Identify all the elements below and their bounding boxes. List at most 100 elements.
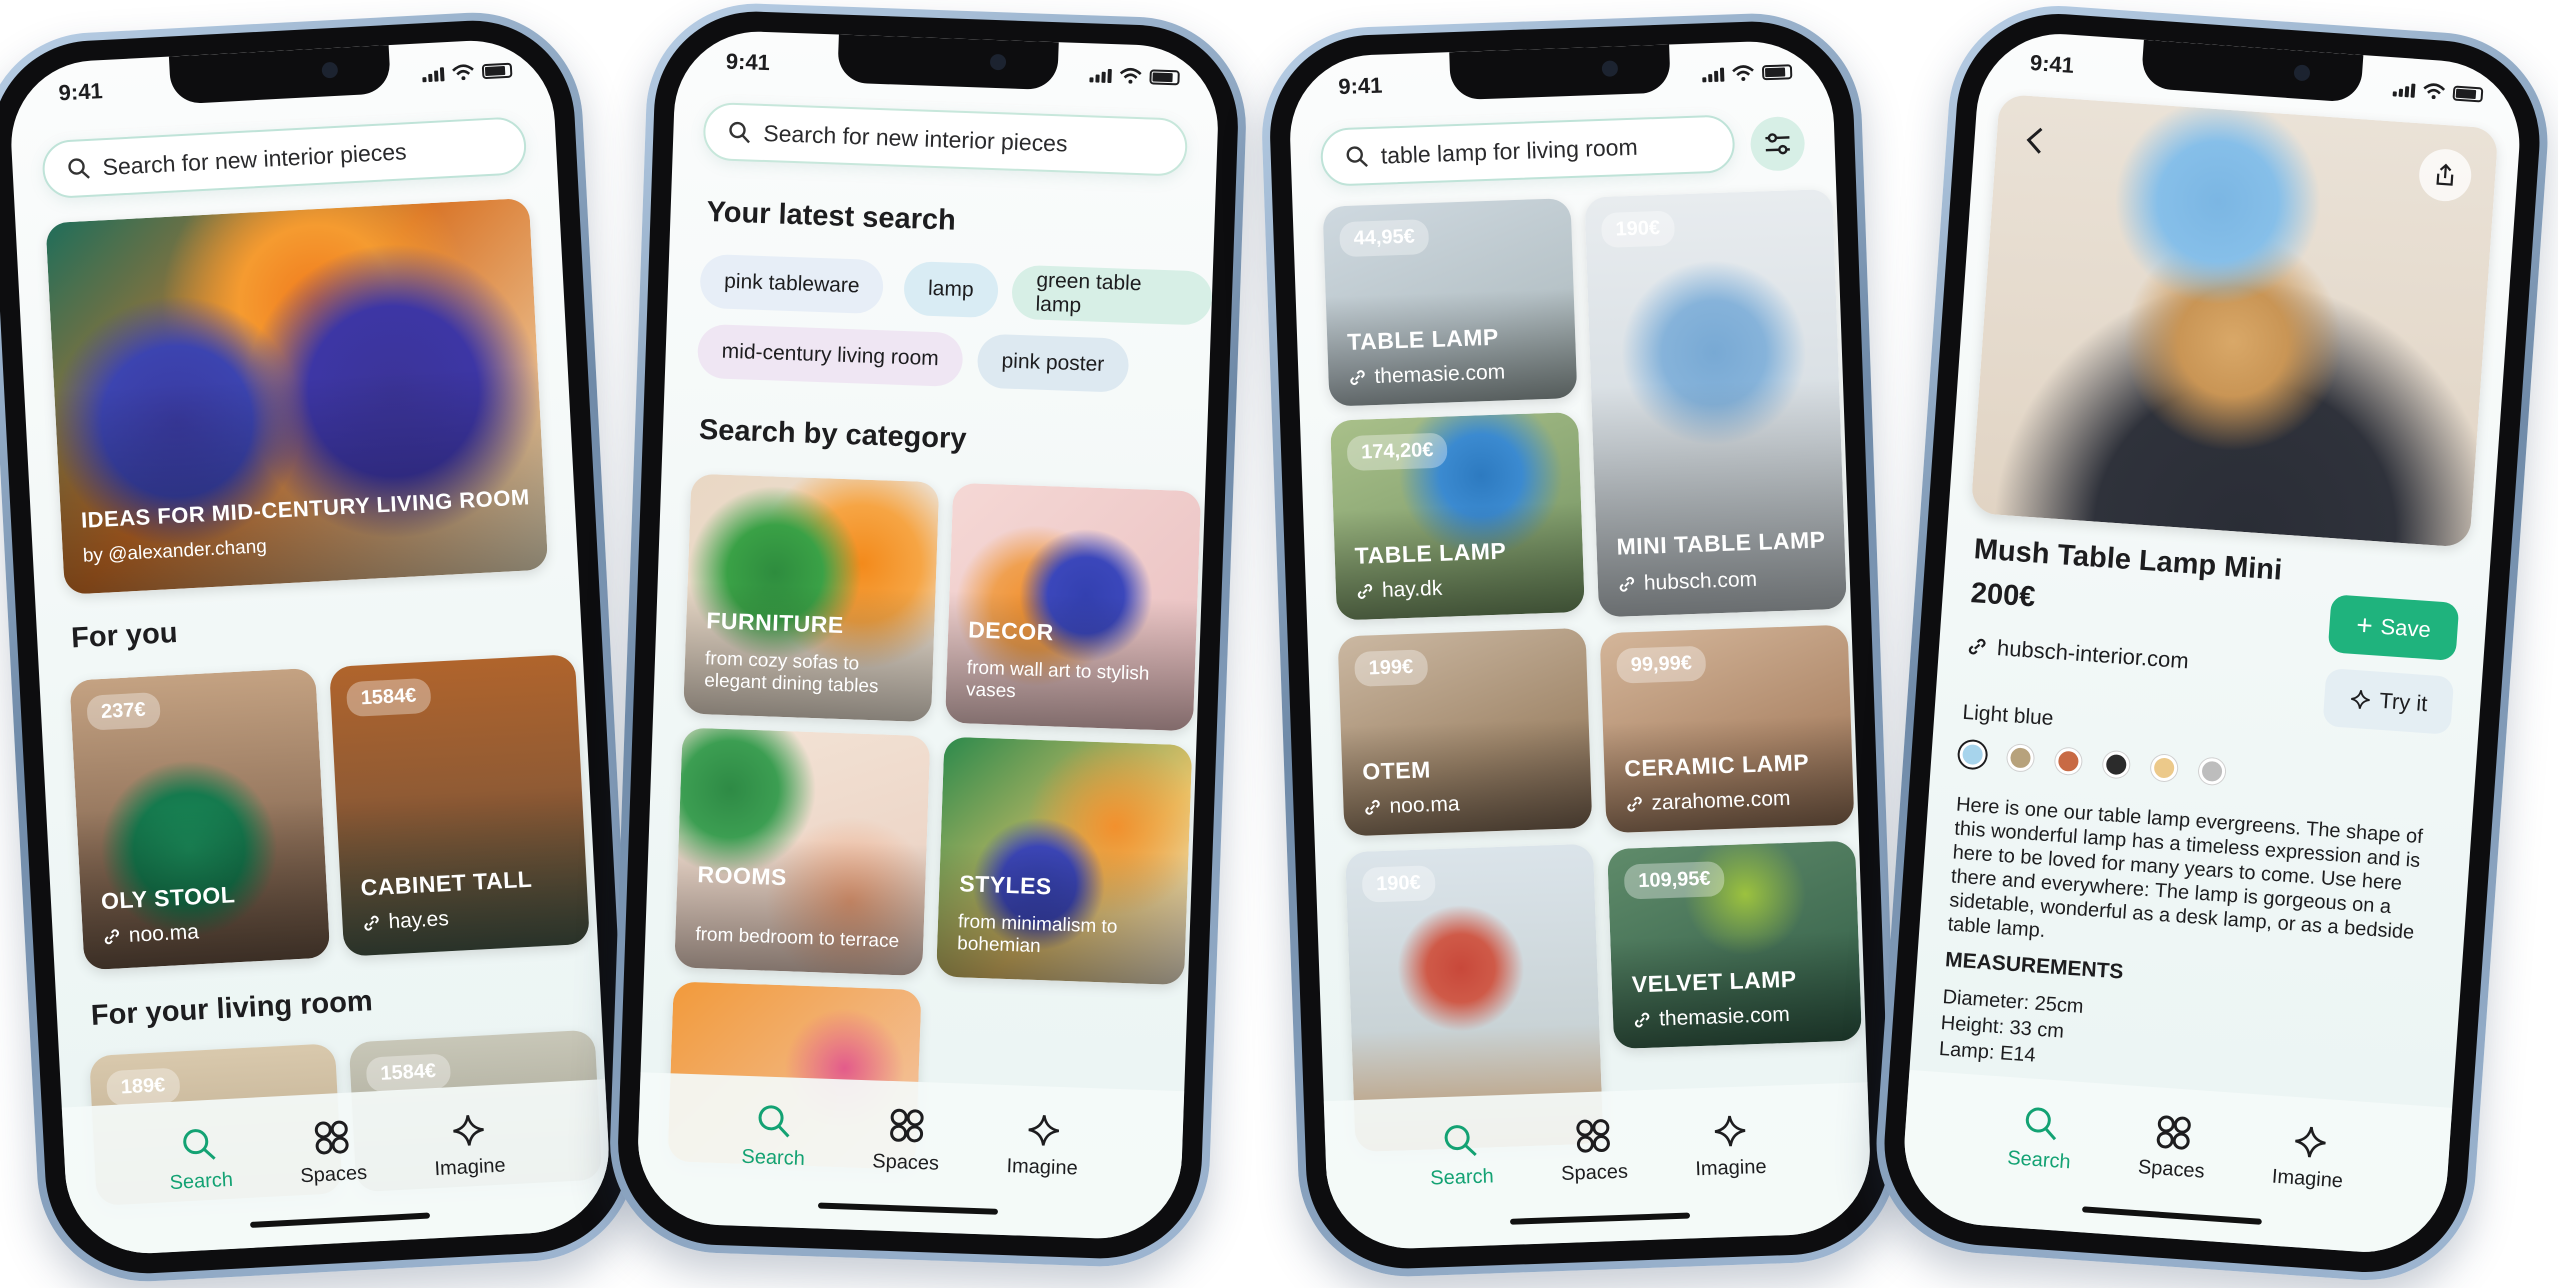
- category-card-decor[interactable]: DECOR from wall art to stylish vases: [944, 482, 1202, 732]
- filter-button[interactable]: [1749, 115, 1806, 172]
- product-source[interactable]: hubsch-interior.com: [1966, 633, 2190, 674]
- recent-search-chip[interactable]: pink tableware: [699, 253, 885, 315]
- tab-spaces[interactable]: Spaces: [2137, 1112, 2208, 1183]
- recent-search-chip[interactable]: mid-century living room: [696, 323, 964, 388]
- color-swatch[interactable]: [2150, 754, 2179, 782]
- tab-label: Search: [1429, 1165, 1495, 1190]
- product-description: Here is one our table lamp evergreens. T…: [1946, 793, 2424, 944]
- product-source[interactable]: hay.es: [362, 907, 449, 935]
- result-card[interactable]: 99,99€ CERAMIC LAMP zarahome.com: [1599, 624, 1855, 834]
- result-card[interactable]: 199€ OTEM noo.ma: [1337, 627, 1593, 837]
- tab-label: Imagine: [1695, 1155, 1767, 1181]
- tab-imagine[interactable]: Imagine: [2271, 1122, 2347, 1194]
- search-input[interactable]: table lamp for living room: [1319, 114, 1736, 187]
- filter-icon: [1765, 133, 1790, 155]
- spaces-icon: [314, 1120, 349, 1155]
- tab-imagine[interactable]: Imagine: [1693, 1112, 1767, 1181]
- tab-imagine[interactable]: Imagine: [1006, 1111, 1079, 1180]
- tab-spaces[interactable]: Spaces: [298, 1118, 368, 1188]
- tab-label: Search: [169, 1168, 234, 1195]
- color-swatch[interactable]: [2102, 750, 2131, 779]
- link-icon: [364, 915, 379, 931]
- price-badge: 190€: [1600, 210, 1675, 248]
- category-subtitle: from cozy sofas to elegant dining tables: [703, 648, 879, 698]
- save-button[interactable]: + Save: [2327, 594, 2460, 662]
- signal-icon: [1089, 66, 1112, 84]
- tab-imagine[interactable]: Imagine: [432, 1111, 507, 1182]
- color-swatch[interactable]: [1958, 740, 1987, 769]
- for-you-title: For you: [70, 616, 179, 655]
- search-icon: [68, 158, 90, 179]
- spaces-icon: [1576, 1119, 1611, 1153]
- color-label: Light blue: [1961, 700, 2055, 731]
- sparkle-icon: [1714, 1115, 1745, 1147]
- status-icons: [422, 62, 513, 83]
- result-card[interactable]: 190€ MINI TABLE LAMP hubsch.com: [1584, 188, 1847, 618]
- product-source[interactable]: hubsch.com: [1617, 568, 1757, 597]
- recent-search-chip[interactable]: green table lamp: [1011, 264, 1213, 326]
- search-icon: [2026, 1107, 2057, 1141]
- recent-search-chip[interactable]: pink poster: [976, 333, 1130, 393]
- result-card[interactable]: 109,95€ VELVET LAMP themasie.com: [1607, 840, 1862, 1050]
- hero-card[interactable]: IDEAS FOR MID-CENTURY LIVING ROOM by @al…: [45, 197, 549, 595]
- tab-search[interactable]: Search: [741, 1102, 807, 1171]
- share-button[interactable]: [2417, 147, 2473, 203]
- status-time: 9:41: [725, 48, 771, 76]
- product-source-label: hay.dk: [1381, 576, 1443, 602]
- tab-search[interactable]: Search: [167, 1125, 234, 1195]
- color-swatch[interactable]: [2006, 744, 2035, 772]
- tab-spaces[interactable]: Spaces: [872, 1106, 941, 1175]
- link-icon: [1350, 370, 1365, 385]
- recent-search-chip[interactable]: lamp: [903, 260, 999, 319]
- category-card-rooms[interactable]: ROOMS from bedroom to terrace: [674, 727, 931, 977]
- phone-results: 9:41 table lamp for living room 44,95€ T…: [1258, 9, 1902, 1281]
- product-source-label: hubsch.com: [1643, 567, 1758, 595]
- link-icon: [1627, 796, 1642, 812]
- tab-search[interactable]: Search: [1428, 1121, 1494, 1190]
- color-swatch[interactable]: [2054, 747, 2083, 776]
- save-label: Save: [2379, 613, 2432, 643]
- tab-label: Spaces: [299, 1161, 368, 1188]
- color-swatches: [1958, 740, 2259, 792]
- price-badge: 1584€: [345, 677, 432, 718]
- category-subtitle: from minimalism to bohemian: [956, 911, 1118, 958]
- status-icons: [2392, 80, 2484, 103]
- result-card[interactable]: 44,95€ TABLE LAMP themasie.com: [1322, 198, 1578, 407]
- result-card[interactable]: 174,20€ TABLE LAMP hay.dk: [1330, 411, 1585, 621]
- try-it-label: Try it: [2378, 687, 2429, 717]
- product-source[interactable]: noo.ma: [102, 920, 199, 949]
- signal-icon: [1702, 66, 1725, 83]
- product-image: [1970, 93, 2499, 548]
- search-icon: [1346, 146, 1368, 168]
- category-title-label: STYLES: [958, 870, 1053, 900]
- category-card-furniture[interactable]: FURNITURE from cozy sofas to elegant din…: [683, 473, 940, 723]
- search-icon: [759, 1105, 790, 1138]
- plus-icon: +: [2355, 609, 2374, 642]
- product-card[interactable]: 237€ OLY STOOL noo.ma: [69, 667, 331, 971]
- status-icons: [1702, 63, 1793, 83]
- category-card-styles[interactable]: STYLES from minimalism to bohemian: [936, 736, 1193, 986]
- category-title: Search by category: [698, 413, 967, 456]
- tab-spaces[interactable]: Spaces: [1559, 1117, 1628, 1186]
- signal-icon: [422, 65, 445, 83]
- search-icon: [183, 1129, 217, 1160]
- search-input[interactable]: Search for new interior pieces: [41, 116, 528, 200]
- tab-label: Spaces: [2137, 1156, 2206, 1183]
- phone-product: 9:41 Mush Table Lamp Mini 200€ + Save Tr…: [1869, 0, 2555, 1288]
- link-icon: [1634, 1012, 1650, 1028]
- try-it-button[interactable]: Try it: [2322, 668, 2455, 735]
- back-button[interactable]: [2013, 119, 2056, 162]
- category-subtitle: from wall art to stylish vases: [965, 657, 1150, 703]
- product-source[interactable]: noo.ma: [1363, 792, 1460, 819]
- home-screen: 9:41 Search for new interior pieces IDEA…: [7, 36, 613, 1258]
- color-swatch[interactable]: [2198, 757, 2226, 786]
- wifi-icon: [1732, 65, 1754, 81]
- product-source[interactable]: hay.dk: [1356, 577, 1443, 604]
- share-icon: [2436, 163, 2454, 186]
- search-input[interactable]: Search for new interior pieces: [702, 101, 1189, 177]
- price-badge: 44,95€: [1339, 219, 1430, 258]
- product-title: VELVET LAMP: [1631, 965, 1798, 998]
- product-source-label: hay.es: [387, 907, 450, 934]
- tab-search[interactable]: Search: [2007, 1103, 2075, 1174]
- product-card[interactable]: 1584€ CABINET TALL hay.es: [329, 654, 590, 957]
